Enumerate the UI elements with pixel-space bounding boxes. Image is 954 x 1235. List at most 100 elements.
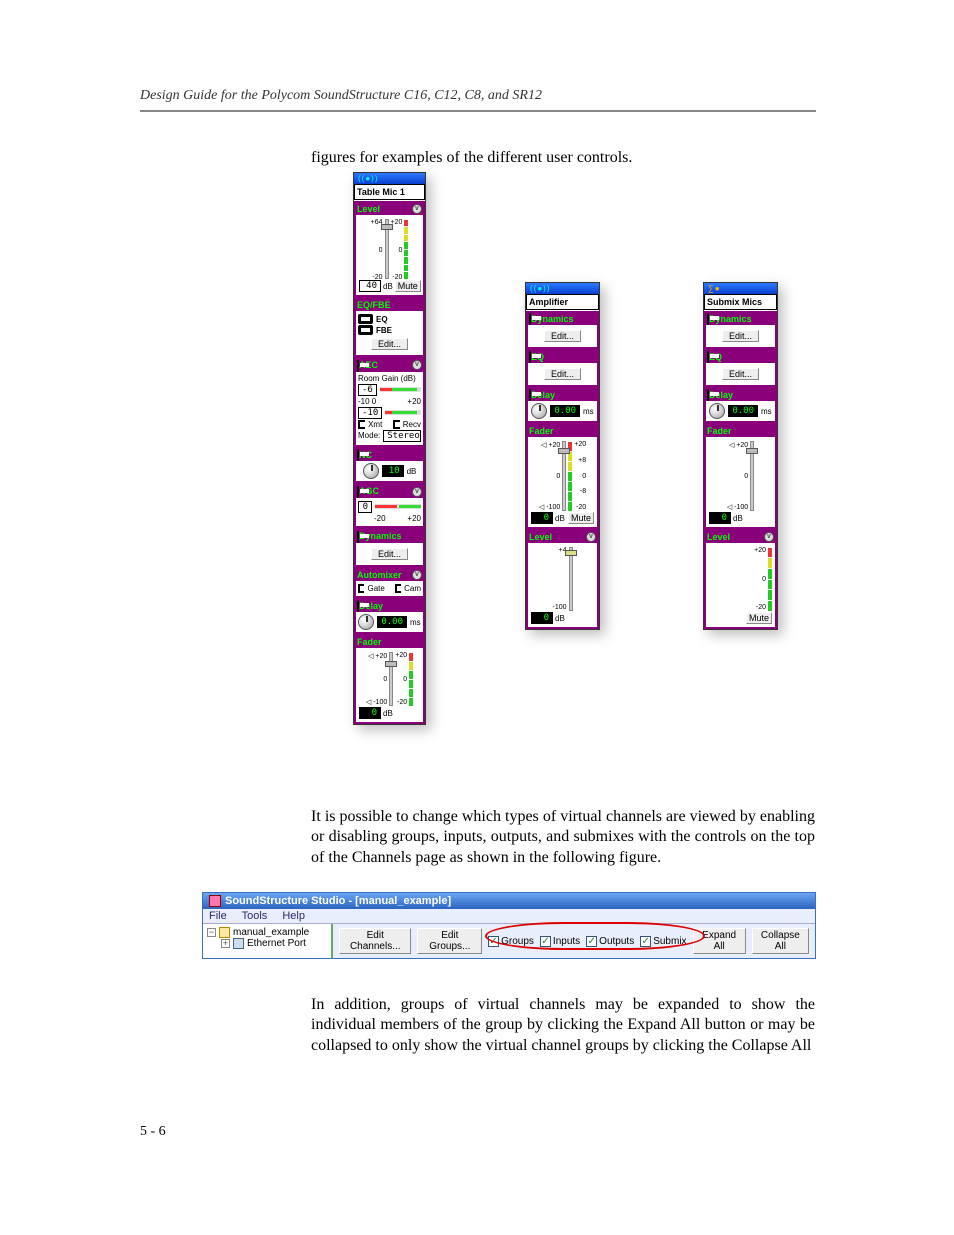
dyn-toggle[interactable]	[357, 531, 359, 543]
menu-help[interactable]: Help	[282, 910, 305, 922]
eq-edit-button[interactable]: Edit...	[371, 338, 408, 350]
fader-value[interactable]: 0	[709, 512, 731, 524]
room-gain-value-2[interactable]: -10	[358, 407, 382, 419]
section-nc: NC 10 dB	[354, 447, 425, 484]
aec-toggle[interactable]	[357, 360, 359, 372]
section-fader: Fader ◁ +20 0 ◁ -100 +20 0 -20	[354, 634, 425, 724]
gate-check[interactable]	[358, 584, 364, 593]
nc-value[interactable]: 10	[382, 465, 404, 477]
eq-edit-button[interactable]: Edit...	[544, 368, 581, 380]
chevron-down-icon[interactable]: v	[412, 360, 422, 370]
xmt-check[interactable]	[358, 420, 365, 429]
edit-groups-button[interactable]: Edit Groups...	[417, 928, 482, 954]
level-meter	[404, 219, 408, 279]
delay-toggle[interactable]	[357, 600, 359, 612]
fbe-label: FBE	[376, 326, 392, 335]
fader-unit: dB	[733, 514, 743, 523]
delay-value[interactable]: 0.00	[728, 405, 758, 417]
dyn-edit-button[interactable]: Edit...	[371, 548, 408, 560]
room-gain-slider-1[interactable]	[380, 387, 421, 392]
eq-toggle[interactable]	[358, 314, 373, 324]
tree-child[interactable]: + Ethernet Port	[207, 938, 327, 949]
section-eq-fbe-head[interactable]: EQ/FBE	[354, 299, 425, 311]
dyn-toggle[interactable]	[529, 313, 531, 325]
fader-value[interactable]: 0	[531, 512, 553, 524]
submix-checkbox[interactable]: ✓Submix	[640, 936, 686, 947]
chevron-down-icon[interactable]: v	[764, 532, 774, 542]
agc-value[interactable]: 0	[358, 501, 372, 513]
outputs-checkbox[interactable]: ✓Outputs	[586, 936, 634, 947]
delay-toggle[interactable]	[707, 389, 709, 401]
room-gain-value-1[interactable]: -6	[358, 384, 377, 396]
dyn-edit-button[interactable]: Edit...	[722, 330, 759, 342]
fader-slider[interactable]	[562, 441, 566, 511]
section-fader-head[interactable]: Fader	[354, 636, 425, 648]
agc-slider[interactable]	[375, 504, 421, 509]
eq-toggle[interactable]	[707, 351, 709, 363]
expand-all-button[interactable]: Expand All	[693, 928, 746, 954]
section-eq: EQ Edit...	[704, 349, 777, 387]
ethernet-icon	[233, 938, 244, 949]
tree-collapse-icon[interactable]: −	[207, 928, 216, 937]
section-delay: Delay 0.00 ms	[354, 598, 425, 635]
edit-channels-button[interactable]: Edit Channels...	[339, 928, 411, 954]
scale-lo: -10 0	[358, 397, 376, 406]
level-slider[interactable]	[569, 547, 573, 611]
section-aec-head[interactable]: AEC v	[354, 359, 425, 372]
section-automixer-head[interactable]: Automixer v	[354, 569, 425, 581]
paragraph-1: figures for examples of the different us…	[311, 148, 815, 168]
nc-knob[interactable]	[363, 463, 379, 479]
recv-check[interactable]	[393, 420, 400, 429]
eq-edit-button[interactable]: Edit...	[722, 368, 759, 380]
tk: 0	[539, 473, 560, 480]
nc-toggle[interactable]	[357, 449, 359, 461]
tree-expand-icon[interactable]: +	[221, 939, 230, 948]
level-value[interactable]: 0	[531, 612, 553, 624]
section-level: Level v +64 0 -20 +20 0 -20	[354, 201, 425, 297]
tk: -20	[754, 604, 766, 611]
inputs-checkbox[interactable]: ✓Inputs	[540, 936, 580, 947]
panel-titlebar-icons: ((●))	[526, 283, 599, 294]
section-dynamics-head[interactable]: Dynamics	[354, 530, 425, 543]
section-level-head[interactable]: Level v	[354, 203, 425, 215]
groups-checkbox[interactable]: ✓Groups	[488, 936, 534, 947]
collapse-all-button[interactable]: Collapse All	[752, 928, 809, 954]
mode-select[interactable]: Stereo	[383, 430, 421, 442]
section-delay-head[interactable]: Delay	[354, 600, 425, 613]
delay-value[interactable]: 0.00	[377, 616, 407, 628]
tree-root[interactable]: − manual_example	[207, 927, 327, 938]
cam-check[interactable]	[395, 584, 401, 593]
mute-button[interactable]: Mute	[395, 280, 421, 292]
menu-bar: File Tools Help	[203, 909, 815, 924]
room-gain-slider-2[interactable]	[385, 410, 421, 415]
section-nc-head[interactable]: NC	[354, 449, 425, 462]
delay-value[interactable]: 0.00	[550, 405, 580, 417]
menu-tools[interactable]: Tools	[242, 910, 268, 922]
mute-button[interactable]: Mute	[746, 612, 772, 624]
level-slider[interactable]	[385, 219, 389, 279]
section-agc-head[interactable]: AGC v	[354, 485, 425, 498]
level-value[interactable]: 40	[359, 280, 381, 292]
groups-label: Groups	[501, 936, 534, 947]
delay-toggle[interactable]	[529, 389, 531, 401]
chevron-down-icon[interactable]: v	[412, 487, 422, 497]
fader-value[interactable]: 0	[359, 707, 381, 719]
mute-button[interactable]: Mute	[568, 512, 594, 524]
fader-slider[interactable]	[389, 652, 393, 706]
tree-child-label: Ethernet Port	[247, 938, 306, 949]
agc-toggle[interactable]	[357, 486, 359, 498]
delay-knob[interactable]	[709, 403, 725, 419]
chevron-down-icon[interactable]: v	[412, 570, 422, 580]
dyn-toggle[interactable]	[707, 313, 709, 325]
eq-toggle[interactable]	[529, 351, 531, 363]
dyn-edit-button[interactable]: Edit...	[544, 330, 581, 342]
menu-file[interactable]: File	[209, 910, 227, 922]
fbe-toggle[interactable]	[358, 325, 373, 335]
delay-knob[interactable]	[531, 403, 547, 419]
section-eq-fbe: EQ/FBE EQ FBE Edit...	[354, 297, 425, 357]
tree-root-label: manual_example	[233, 927, 309, 938]
delay-knob[interactable]	[358, 614, 374, 630]
chevron-down-icon[interactable]: v	[412, 204, 422, 214]
fader-slider[interactable]	[750, 441, 754, 511]
chevron-down-icon[interactable]: v	[586, 532, 596, 542]
